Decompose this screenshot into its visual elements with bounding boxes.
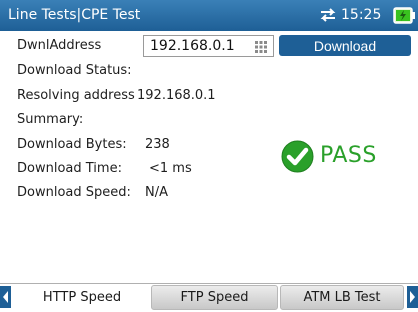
- chevron-left-icon: [3, 291, 8, 303]
- network-transfer-icon: [320, 8, 336, 22]
- tab-atm-lb-test[interactable]: ATM LB Test: [280, 285, 404, 310]
- tab-scroll-right[interactable]: [407, 286, 418, 308]
- chevron-right-icon: [410, 291, 415, 303]
- download-bytes-value: 238: [145, 137, 170, 152]
- check-circle-icon: [281, 140, 314, 173]
- tab-scroll-left[interactable]: [0, 286, 11, 308]
- keypad-icon[interactable]: [255, 41, 267, 53]
- resolving-address-value: 192.168.0.1: [137, 88, 216, 103]
- download-speed-value: N/A: [145, 185, 168, 200]
- address-label: DwnlAddress: [17, 38, 102, 53]
- address-input[interactable]: 192.168.0.1: [143, 35, 274, 57]
- download-bytes-label: Download Bytes:: [17, 137, 127, 152]
- address-input-value[interactable]: 192.168.0.1: [150, 38, 235, 54]
- resolving-address-label: Resolving address: [17, 88, 135, 103]
- summary-label: Summary:: [17, 112, 84, 127]
- clock: 15:25: [341, 7, 382, 23]
- tab-ftp-speed[interactable]: FTP Speed: [151, 285, 278, 310]
- tab-bar-divider: [0, 283, 418, 284]
- page-title: Line Tests|CPE Test: [8, 7, 141, 23]
- download-button[interactable]: Download: [279, 35, 411, 56]
- title-bar: Line Tests|CPE Test 15:25: [0, 0, 418, 31]
- download-speed-label: Download Speed:: [17, 185, 131, 200]
- download-status-label: Download Status:: [17, 63, 132, 78]
- tab-http-speed[interactable]: HTTP Speed: [15, 285, 149, 310]
- battery-charging-icon: [393, 7, 415, 24]
- pass-result: PASS: [320, 143, 377, 168]
- download-time-value: <1 ms: [149, 161, 192, 176]
- download-time-label: Download Time:: [17, 161, 122, 176]
